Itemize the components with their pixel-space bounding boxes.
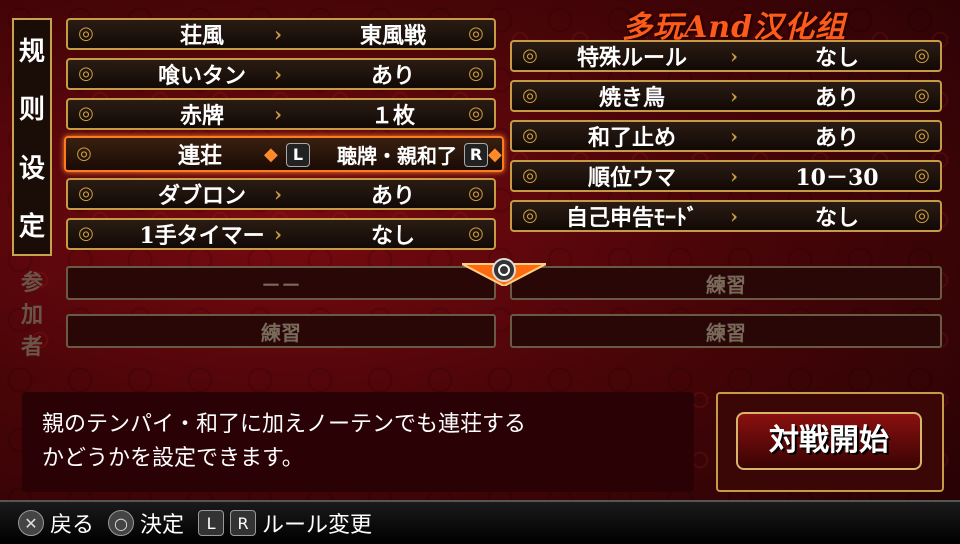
chevron-right-icon: ›: [730, 124, 738, 148]
rule-value: あり: [814, 125, 859, 151]
ornament-icon: ◎: [468, 23, 484, 44]
rule-label: 赤牌: [179, 103, 224, 129]
rule-value: あり: [370, 183, 415, 209]
chevron-right-icon: ›: [730, 84, 738, 108]
participant-slot-4[interactable]: 練習: [510, 314, 942, 348]
rule-value: なし: [370, 223, 415, 249]
rule-row-uma[interactable]: ◎ 順位ウマ › 10－30 ◎: [510, 160, 942, 192]
ornament-icon: ◎: [468, 103, 484, 124]
l-button-icon: L: [198, 510, 225, 536]
rule-row-special-rule[interactable]: ◎ 特殊ルール › なし ◎: [510, 40, 942, 72]
watermark: 多玩And汉化组: [622, 10, 847, 45]
ornament-icon: ◎: [914, 165, 930, 186]
rule-label: 順位ウマ: [587, 165, 676, 191]
description-line: かどうかを設定できます。: [42, 446, 304, 471]
rule-label: 荘風: [179, 23, 224, 49]
r-button-icon[interactable]: R: [464, 143, 488, 167]
ornament-icon: ◎: [78, 63, 94, 84]
rule-label: 和了止め: [587, 125, 676, 151]
chevron-right-icon: ›: [730, 44, 738, 68]
ornament-icon: ◎: [914, 85, 930, 106]
chevron-right-icon: ›: [730, 204, 738, 228]
rule-value: なし: [814, 45, 859, 71]
rule-value: 聴牌・親和了: [337, 143, 457, 168]
start-match-frame: 対戦開始: [716, 392, 944, 492]
participants-section-label: 参 加 者: [20, 270, 43, 360]
l-button-icon[interactable]: L: [286, 143, 310, 167]
chevron-right-icon: ›: [274, 222, 282, 246]
rule-row-yakitori[interactable]: ◎ 焼き鳥 › あり ◎: [510, 80, 942, 112]
ornament-icon: ◎: [76, 143, 92, 164]
ornament-icon: ◎: [468, 223, 484, 244]
participant-name: －－: [261, 272, 301, 297]
start-match-button[interactable]: 対戦開始: [736, 412, 922, 470]
chevron-right-icon: ›: [274, 182, 282, 206]
participant-slot-3[interactable]: 練習: [66, 314, 496, 348]
cross-icon: ✕: [18, 510, 44, 536]
rule-label: 特殊ルール: [576, 45, 687, 71]
participant-name: 練習: [706, 272, 746, 297]
rule-value: １枚: [370, 103, 415, 129]
rule-row-timer[interactable]: ◎ 1手タイマー › なし ◎: [66, 218, 496, 250]
rule-label: 1手タイマー: [139, 223, 265, 249]
ornament-icon: ◎: [78, 183, 94, 204]
description-line: 親のテンパイ・和了に加えノーテンでも連荘する: [42, 412, 527, 437]
rule-value: 東風戦: [359, 23, 426, 49]
rule-row-akapai[interactable]: ◎ 赤牌 › １枚 ◎: [66, 98, 496, 130]
rule-value: あり: [814, 85, 859, 111]
rule-row-kuitan[interactable]: ◎ 喰いタン › あり ◎: [66, 58, 496, 90]
rule-row-sou-fu[interactable]: ◎ 荘風 › 東風戦 ◎: [66, 18, 496, 50]
participant-name: 練習: [261, 320, 301, 345]
participant-name: 練習: [706, 320, 746, 345]
arrow-right-icon[interactable]: ◆: [488, 144, 502, 165]
description-box: 親のテンパイ・和了に加えノーテンでも連荘する かどうかを設定できます。: [22, 392, 694, 492]
rule-label: ダブロン: [157, 183, 246, 209]
circle-icon: ○: [108, 510, 135, 536]
rule-row-self-report-mode[interactable]: ◎ 自己申告ﾓｰﾄﾞ › なし ◎: [510, 200, 942, 232]
participant-slot-2[interactable]: 練習: [510, 266, 942, 300]
rule-label: 喰いタン: [157, 63, 246, 89]
ornament-icon: ◎: [914, 125, 930, 146]
rule-value: 10－30: [795, 165, 879, 191]
ornament-icon: ◎: [78, 223, 94, 244]
rule-change-label: ルール変更: [262, 513, 373, 538]
selection-cursor-icon: [462, 258, 546, 286]
chevron-right-icon: ›: [274, 22, 282, 46]
ornament-icon: ◎: [468, 183, 484, 204]
rule-label: 自己申告ﾓｰﾄﾞ: [565, 205, 698, 231]
footer-controls: ✕ 戻る ○ 決定 L R ルール変更: [0, 500, 960, 544]
arrow-left-icon[interactable]: ◆: [264, 144, 278, 165]
ornament-icon: ◎: [914, 205, 930, 226]
chevron-right-icon: ›: [730, 164, 738, 188]
back-label: 戻る: [50, 513, 95, 538]
rule-label: 焼き鳥: [598, 85, 665, 111]
ornament-icon: ◎: [78, 23, 94, 44]
rule-value: なし: [814, 205, 859, 231]
chevron-right-icon: ›: [274, 102, 282, 126]
participant-slot-1[interactable]: －－: [66, 266, 496, 300]
ornament-icon: ◎: [78, 103, 94, 124]
rule-row-renchan-selected[interactable]: ◎ 連荘 ◆ L 聴牌・親和了 R ◆: [64, 136, 504, 172]
r-button-icon: R: [230, 510, 257, 536]
chevron-right-icon: ›: [274, 62, 282, 86]
rule-value: あり: [370, 63, 415, 89]
rule-row-daburon[interactable]: ◎ ダブロン › あり ◎: [66, 178, 496, 210]
confirm-label: 決定: [140, 513, 185, 538]
ornament-icon: ◎: [914, 45, 930, 66]
ornament-icon: ◎: [468, 63, 484, 84]
rules-section-label: 规 则 设 定: [12, 18, 52, 256]
rule-row-agari-yame[interactable]: ◎ 和了止め › あり ◎: [510, 120, 942, 152]
